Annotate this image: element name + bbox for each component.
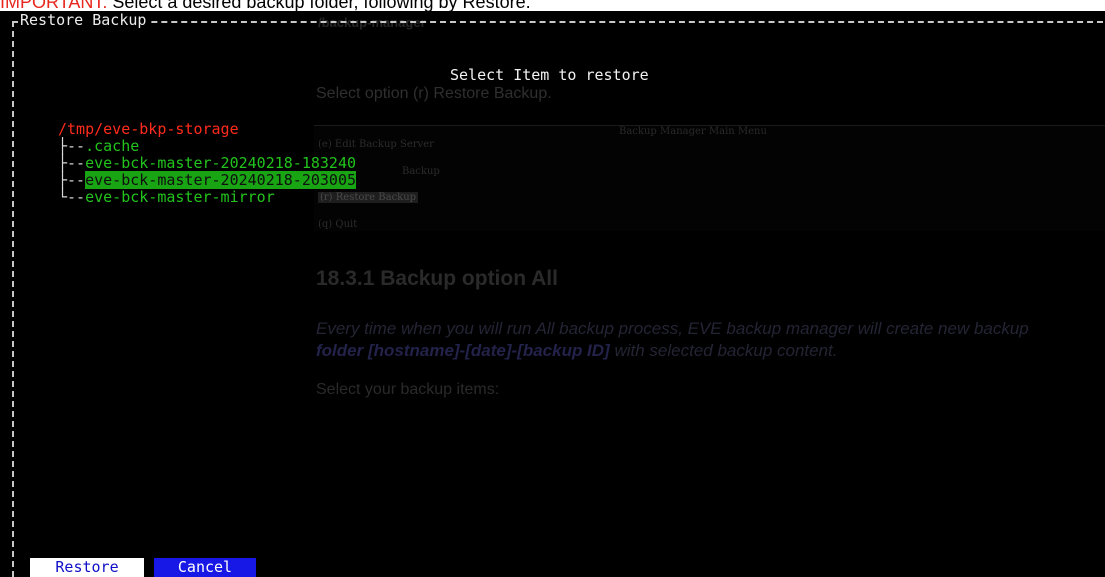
dialog-frame-left — [12, 21, 14, 577]
background-doc-menu-screenshot: Backup Manager Main Menu (e) Edit Backup… — [314, 125, 1105, 231]
dialog-title: Restore Backup — [18, 11, 149, 29]
background-menu-item: (r) Restore Backup — [318, 192, 419, 203]
tree-item-backup-183240[interactable]: ├--eve-bck-master-20240218-183240 — [58, 155, 356, 172]
tree-branch-connector: └-- — [58, 188, 86, 206]
tree-item-mirror[interactable]: └--eve-bck-master-mirror — [58, 189, 275, 206]
background-menu-title: Backup Manager Main Menu — [619, 126, 767, 137]
background-doc-paragraph-line: Every time when you will run All backup … — [316, 319, 1029, 338]
tree-root-path[interactable]: /tmp/eve-bkp-storage — [58, 121, 239, 138]
background-menu-item: (q) Quit — [318, 219, 358, 230]
background-doc-paragraph-line: folder [hostname]-[date]-[backup ID] wit… — [316, 341, 837, 361]
tree-item-cache[interactable]: ├--.cache — [58, 138, 139, 155]
caption-important: IMPORTANT: — [0, 0, 108, 11]
tree-branch-connector: ├-- — [58, 171, 86, 189]
background-doc-text: with selected backup content. — [609, 341, 838, 360]
dialog-frame-top — [12, 21, 1103, 23]
tree-branch-connector: ├-- — [58, 137, 86, 155]
background-doc-heading: 18.3.1 Backup option All — [316, 267, 558, 290]
tree-item-label: eve-bck-master-20240218-183240 — [85, 154, 357, 172]
tree-item-backup-203005-selected[interactable]: ├--eve-bck-master-20240218-203005 — [58, 171, 357, 189]
background-doc-select-option: Select option (r) Restore Backup. — [316, 85, 552, 102]
tree-item-label: eve-bck-master-20240218-203005 — [85, 171, 357, 189]
tree-item-label: .cache — [85, 137, 140, 155]
caption-text: Select a desired backup folder, followin… — [107, 0, 531, 11]
tree-item-label: eve-bck-master-mirror — [85, 188, 275, 206]
caption: IMPORTANT: Select a desired backup folde… — [0, 0, 1105, 11]
cancel-button[interactable]: Cancel — [154, 558, 256, 577]
background-menu-item: (e) Edit Backup Server — [318, 139, 434, 150]
background-menu-item: Backup — [402, 166, 440, 177]
background-doc-select-items: Select your backup items: — [316, 381, 500, 398]
restore-button[interactable]: Restore — [30, 558, 144, 577]
tree-branch-connector: ├-- — [58, 154, 86, 172]
terminal-window: /backup-manager Select option (r) Restor… — [0, 11, 1105, 577]
background-doc-bold-text: folder [hostname]-[date]-[backup ID] — [316, 341, 610, 360]
dialog-prompt: Select Item to restore — [450, 66, 649, 84]
